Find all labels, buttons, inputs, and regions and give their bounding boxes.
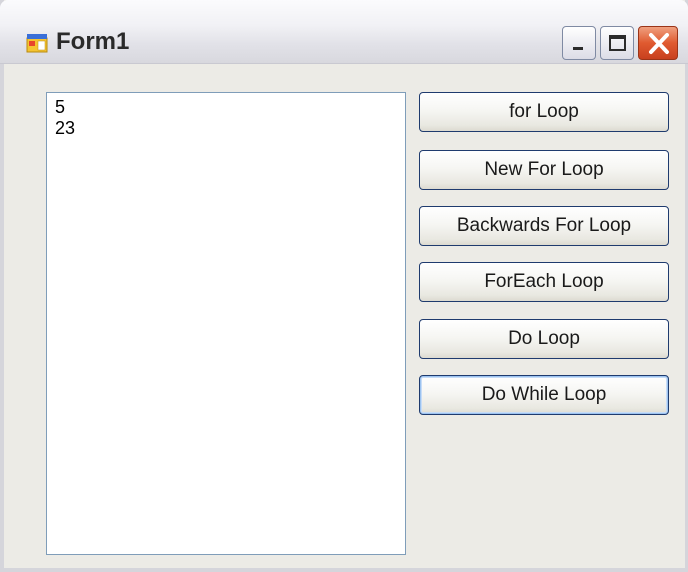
textbox-line: 5 (55, 97, 66, 117)
close-icon (649, 33, 669, 54)
form-window: Form1 5 23 for Loop New For Loop Backwar… (0, 0, 688, 572)
maximize-icon (609, 35, 626, 51)
textbox-line: 23 (55, 118, 76, 138)
foreach-loop-button[interactable]: ForEach Loop (419, 262, 669, 302)
do-loop-button[interactable]: Do Loop (419, 319, 669, 359)
close-button[interactable] (638, 26, 678, 60)
window-title: Form1 (56, 28, 130, 55)
do-while-loop-button[interactable]: Do While Loop (419, 375, 669, 415)
title-bar[interactable]: Form1 (0, 0, 688, 64)
new-for-loop-button[interactable]: New For Loop (419, 150, 669, 190)
minimize-button[interactable] (562, 26, 596, 60)
maximize-button[interactable] (600, 26, 634, 60)
output-textbox[interactable]: 5 23 (46, 92, 406, 555)
for-loop-button[interactable]: for Loop (419, 92, 669, 132)
form-app-icon (26, 34, 48, 53)
minimize-icon (573, 47, 583, 50)
backwards-for-loop-button[interactable]: Backwards For Loop (419, 206, 669, 246)
